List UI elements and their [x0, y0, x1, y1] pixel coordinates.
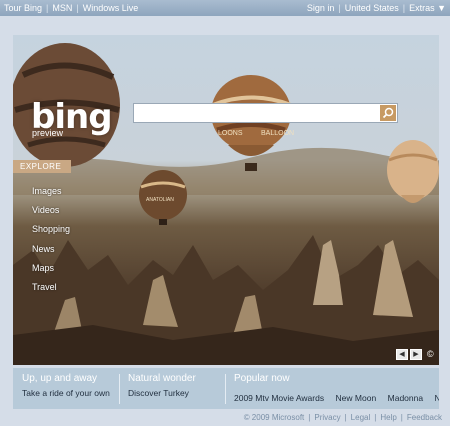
- divider: |: [402, 3, 406, 13]
- divider: |: [400, 413, 403, 422]
- windows-live-link[interactable]: Windows Live: [83, 3, 139, 13]
- info-column-3: Popular now 2009 Mtv Movie Awards New Mo…: [234, 373, 439, 406]
- top-left-links: Tour Bing | MSN | Windows Live: [4, 0, 138, 16]
- info-column-2: Natural wonder Discover Turkey: [128, 373, 196, 398]
- nav-item-images[interactable]: Images: [32, 185, 70, 204]
- popular-link[interactable]: New Moon: [336, 393, 377, 403]
- hero-background-image: LOONS BALLOON ANATOLIAN bing preview EXP…: [13, 35, 439, 365]
- msn-link[interactable]: MSN: [52, 3, 72, 13]
- balloon-label: ANATOLIAN: [146, 197, 174, 203]
- search-button[interactable]: [380, 105, 396, 121]
- nav-item-travel[interactable]: Travel: [32, 281, 70, 300]
- info-column-1: Up, up and away Take a ride of your own: [22, 373, 110, 398]
- divider: |: [308, 413, 311, 422]
- search-input[interactable]: [134, 104, 380, 122]
- extras-menu[interactable]: Extras ▼: [409, 3, 446, 13]
- top-right-links: Sign in | United States | Extras ▼: [307, 0, 446, 16]
- balloon-label: BALLOON: [261, 130, 294, 137]
- feedback-link[interactable]: Feedback: [407, 413, 442, 422]
- nav-item-news[interactable]: News: [32, 243, 70, 262]
- magnifier-icon: [382, 107, 394, 119]
- search-box: [133, 103, 398, 123]
- privacy-link[interactable]: Privacy: [314, 413, 340, 422]
- legal-link[interactable]: Legal: [351, 413, 371, 422]
- info-title: Up, up and away: [22, 373, 98, 384]
- sign-in-link[interactable]: Sign in: [307, 3, 335, 13]
- tour-bing-link[interactable]: Tour Bing: [4, 3, 42, 13]
- footer: © 2009 Microsoft | Privacy | Legal | Help | Feed…: [244, 413, 442, 422]
- image-info-strip: Up, up and away Take a ride of your own …: [13, 368, 439, 409]
- divider: [119, 374, 120, 404]
- explore-label: EXPLORE: [13, 160, 71, 173]
- popular-link[interactable]: 2009 Mtv Movie Awards: [234, 393, 324, 403]
- popular-link[interactable]: No: [435, 393, 439, 403]
- left-navigation: Images Videos Shopping News Maps Travel: [32, 185, 70, 300]
- region-link[interactable]: United States: [345, 3, 399, 13]
- top-navigation-bar: Tour Bing | MSN | Windows Live Sign in | Unite…: [0, 0, 450, 16]
- copyright-text: © 2009 Microsoft: [243, 413, 305, 422]
- divider: |: [338, 3, 341, 13]
- popular-now-title: Popular now: [234, 373, 290, 384]
- help-link[interactable]: Help: [380, 413, 396, 422]
- divider: |: [344, 413, 347, 422]
- popular-link[interactable]: Madonna: [388, 393, 423, 403]
- balloon-landscape-scene: LOONS BALLOON ANATOLIAN: [13, 43, 439, 365]
- balloon-label: LOONS: [218, 130, 243, 137]
- divider: |: [76, 3, 79, 13]
- info-link[interactable]: Discover Turkey: [128, 388, 196, 398]
- previous-image-button[interactable]: ◀: [396, 349, 408, 360]
- info-title: Natural wonder: [128, 373, 196, 384]
- popular-links: 2009 Mtv Movie Awards New Moon Madonna N…: [234, 388, 439, 406]
- nav-item-videos[interactable]: Videos: [32, 204, 70, 223]
- info-link[interactable]: Take a ride of your own: [22, 388, 110, 398]
- next-image-button[interactable]: ▶: [410, 349, 422, 360]
- nav-item-maps[interactable]: Maps: [32, 262, 70, 281]
- divider: |: [46, 3, 49, 13]
- divider: [225, 374, 226, 404]
- nav-item-shopping[interactable]: Shopping: [32, 223, 70, 242]
- preview-label: preview: [32, 128, 64, 138]
- copyright-icon[interactable]: ©: [427, 349, 434, 359]
- divider: |: [374, 413, 377, 422]
